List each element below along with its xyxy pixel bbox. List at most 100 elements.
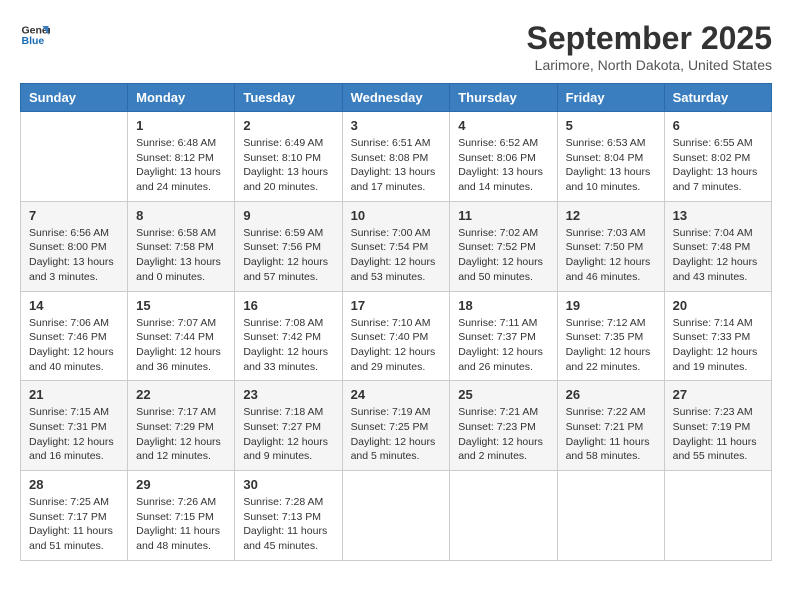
day-info: Sunrise: 7:21 AM Sunset: 7:23 PM Dayligh… bbox=[458, 405, 548, 464]
logo: General Blue bbox=[20, 20, 50, 50]
day-number: 26 bbox=[566, 387, 656, 402]
day-info: Sunrise: 7:26 AM Sunset: 7:15 PM Dayligh… bbox=[136, 495, 226, 554]
day-info: Sunrise: 7:11 AM Sunset: 7:37 PM Dayligh… bbox=[458, 316, 548, 375]
day-number: 13 bbox=[673, 208, 763, 223]
day-info: Sunrise: 7:28 AM Sunset: 7:13 PM Dayligh… bbox=[243, 495, 333, 554]
day-number: 24 bbox=[351, 387, 442, 402]
weekday-header-monday: Monday bbox=[128, 84, 235, 112]
calendar-cell: 20 Sunrise: 7:14 AM Sunset: 7:33 PM Dayli… bbox=[664, 291, 771, 381]
calendar-cell: 15 Sunrise: 7:07 AM Sunset: 7:44 PM Dayli… bbox=[128, 291, 235, 381]
calendar-cell: 23 Sunrise: 7:18 AM Sunset: 7:27 PM Dayli… bbox=[235, 381, 342, 471]
calendar-cell: 2Sunrise: 6:49 AM Sunset: 8:10 PM Daylig… bbox=[235, 112, 342, 202]
week-row-4: 21Sunrise: 7:15 AM Sunset: 7:31 PM Dayli… bbox=[21, 381, 772, 471]
calendar-cell: 17Sunrise: 7:10 AM Sunset: 7:40 PM Dayli… bbox=[342, 291, 450, 381]
day-info: Sunrise: 7:00 AM Sunset: 7:54 PM Dayligh… bbox=[351, 226, 442, 285]
calendar-cell bbox=[664, 471, 771, 561]
calendar-cell: 7 Sunrise: 6:56 AM Sunset: 8:00 PM Daylig… bbox=[21, 201, 128, 291]
day-number: 28 bbox=[29, 477, 119, 492]
day-info: Sunrise: 6:48 AM Sunset: 8:12 PM Dayligh… bbox=[136, 136, 226, 195]
day-number: 6 bbox=[673, 118, 763, 133]
day-number: 23 bbox=[243, 387, 333, 402]
month-title: September 2025 bbox=[527, 20, 772, 57]
day-info: Sunrise: 7:12 AM Sunset: 7:35 PM Dayligh… bbox=[566, 316, 656, 375]
day-number: 8 bbox=[136, 208, 226, 223]
calendar-cell: 11 Sunrise: 7:02 AM Sunset: 7:52 PM Dayli… bbox=[450, 201, 557, 291]
day-info: Sunrise: 6:58 AM Sunset: 7:58 PM Dayligh… bbox=[136, 226, 226, 285]
calendar-cell: 9 Sunrise: 6:59 AM Sunset: 7:56 PM Daylig… bbox=[235, 201, 342, 291]
week-row-2: 7 Sunrise: 6:56 AM Sunset: 8:00 PM Daylig… bbox=[21, 201, 772, 291]
day-number: 9 bbox=[243, 208, 333, 223]
day-info: Sunrise: 7:14 AM Sunset: 7:33 PM Dayligh… bbox=[673, 316, 763, 375]
calendar-cell bbox=[557, 471, 664, 561]
location: Larimore, North Dakota, United States bbox=[527, 57, 772, 73]
calendar-cell: 28 Sunrise: 7:25 AM Sunset: 7:17 PM Dayli… bbox=[21, 471, 128, 561]
weekday-header-row: SundayMondayTuesdayWednesdayThursdayFrid… bbox=[21, 84, 772, 112]
calendar-cell bbox=[342, 471, 450, 561]
day-info: Sunrise: 7:22 AM Sunset: 7:21 PM Dayligh… bbox=[566, 405, 656, 464]
calendar-cell: 5 Sunrise: 6:53 AM Sunset: 8:04 PM Daylig… bbox=[557, 112, 664, 202]
weekday-header-tuesday: Tuesday bbox=[235, 84, 342, 112]
day-info: Sunrise: 7:03 AM Sunset: 7:50 PM Dayligh… bbox=[566, 226, 656, 285]
day-number: 16 bbox=[243, 298, 333, 313]
day-info: Sunrise: 7:25 AM Sunset: 7:17 PM Dayligh… bbox=[29, 495, 119, 554]
day-number: 27 bbox=[673, 387, 763, 402]
day-number: 1 bbox=[136, 118, 226, 133]
day-info: Sunrise: 7:15 AM Sunset: 7:31 PM Dayligh… bbox=[29, 405, 119, 464]
calendar-cell: 8 Sunrise: 6:58 AM Sunset: 7:58 PM Daylig… bbox=[128, 201, 235, 291]
day-info: Sunrise: 7:06 AM Sunset: 7:46 PM Dayligh… bbox=[29, 316, 119, 375]
day-number: 22 bbox=[136, 387, 226, 402]
calendar-cell: 26 Sunrise: 7:22 AM Sunset: 7:21 PM Dayli… bbox=[557, 381, 664, 471]
day-info: Sunrise: 6:53 AM Sunset: 8:04 PM Dayligh… bbox=[566, 136, 656, 195]
calendar-table: SundayMondayTuesdayWednesdayThursdayFrid… bbox=[20, 83, 772, 561]
calendar-cell: 16 Sunrise: 7:08 AM Sunset: 7:42 PM Dayli… bbox=[235, 291, 342, 381]
week-row-1: 1 Sunrise: 6:48 AM Sunset: 8:12 PM Daylig… bbox=[21, 112, 772, 202]
day-number: 19 bbox=[566, 298, 656, 313]
day-info: Sunrise: 7:08 AM Sunset: 7:42 PM Dayligh… bbox=[243, 316, 333, 375]
logo-icon: General Blue bbox=[20, 20, 50, 50]
day-info: Sunrise: 7:04 AM Sunset: 7:48 PM Dayligh… bbox=[673, 226, 763, 285]
calendar-cell: 21Sunrise: 7:15 AM Sunset: 7:31 PM Dayli… bbox=[21, 381, 128, 471]
calendar-cell: 6 Sunrise: 6:55 AM Sunset: 8:02 PM Daylig… bbox=[664, 112, 771, 202]
weekday-header-saturday: Saturday bbox=[664, 84, 771, 112]
day-info: Sunrise: 6:55 AM Sunset: 8:02 PM Dayligh… bbox=[673, 136, 763, 195]
day-number: 20 bbox=[673, 298, 763, 313]
title-section: September 2025 Larimore, North Dakota, U… bbox=[527, 20, 772, 73]
page-header: General Blue September 2025 Larimore, No… bbox=[20, 20, 772, 73]
day-info: Sunrise: 6:56 AM Sunset: 8:00 PM Dayligh… bbox=[29, 226, 119, 285]
day-number: 10 bbox=[351, 208, 442, 223]
day-number: 3 bbox=[351, 118, 442, 133]
weekday-header-friday: Friday bbox=[557, 84, 664, 112]
calendar-cell: 13 Sunrise: 7:04 AM Sunset: 7:48 PM Dayli… bbox=[664, 201, 771, 291]
calendar-cell: 22Sunrise: 7:17 AM Sunset: 7:29 PM Dayli… bbox=[128, 381, 235, 471]
calendar-cell: 18 Sunrise: 7:11 AM Sunset: 7:37 PM Dayli… bbox=[450, 291, 557, 381]
week-row-5: 28 Sunrise: 7:25 AM Sunset: 7:17 PM Dayli… bbox=[21, 471, 772, 561]
day-info: Sunrise: 7:19 AM Sunset: 7:25 PM Dayligh… bbox=[351, 405, 442, 464]
day-number: 25 bbox=[458, 387, 548, 402]
day-number: 11 bbox=[458, 208, 548, 223]
calendar-cell: 30 Sunrise: 7:28 AM Sunset: 7:13 PM Dayli… bbox=[235, 471, 342, 561]
calendar-cell: 14 Sunrise: 7:06 AM Sunset: 7:46 PM Dayli… bbox=[21, 291, 128, 381]
day-info: Sunrise: 7:02 AM Sunset: 7:52 PM Dayligh… bbox=[458, 226, 548, 285]
day-number: 7 bbox=[29, 208, 119, 223]
calendar-cell: 1 Sunrise: 6:48 AM Sunset: 8:12 PM Daylig… bbox=[128, 112, 235, 202]
calendar-cell: 27Sunrise: 7:23 AM Sunset: 7:19 PM Dayli… bbox=[664, 381, 771, 471]
day-number: 15 bbox=[136, 298, 226, 313]
day-number: 5 bbox=[566, 118, 656, 133]
calendar-cell: 4Sunrise: 6:52 AM Sunset: 8:06 PM Daylig… bbox=[450, 112, 557, 202]
calendar-cell: 29Sunrise: 7:26 AM Sunset: 7:15 PM Dayli… bbox=[128, 471, 235, 561]
day-number: 17 bbox=[351, 298, 442, 313]
calendar-cell: 25 Sunrise: 7:21 AM Sunset: 7:23 PM Dayli… bbox=[450, 381, 557, 471]
day-info: Sunrise: 7:07 AM Sunset: 7:44 PM Dayligh… bbox=[136, 316, 226, 375]
day-info: Sunrise: 6:59 AM Sunset: 7:56 PM Dayligh… bbox=[243, 226, 333, 285]
weekday-header-wednesday: Wednesday bbox=[342, 84, 450, 112]
weekday-header-thursday: Thursday bbox=[450, 84, 557, 112]
day-number: 30 bbox=[243, 477, 333, 492]
day-number: 18 bbox=[458, 298, 548, 313]
day-info: Sunrise: 7:18 AM Sunset: 7:27 PM Dayligh… bbox=[243, 405, 333, 464]
calendar-cell bbox=[21, 112, 128, 202]
day-number: 4 bbox=[458, 118, 548, 133]
day-number: 2 bbox=[243, 118, 333, 133]
day-number: 14 bbox=[29, 298, 119, 313]
calendar-cell: 10 Sunrise: 7:00 AM Sunset: 7:54 PM Dayli… bbox=[342, 201, 450, 291]
day-info: Sunrise: 6:51 AM Sunset: 8:08 PM Dayligh… bbox=[351, 136, 442, 195]
